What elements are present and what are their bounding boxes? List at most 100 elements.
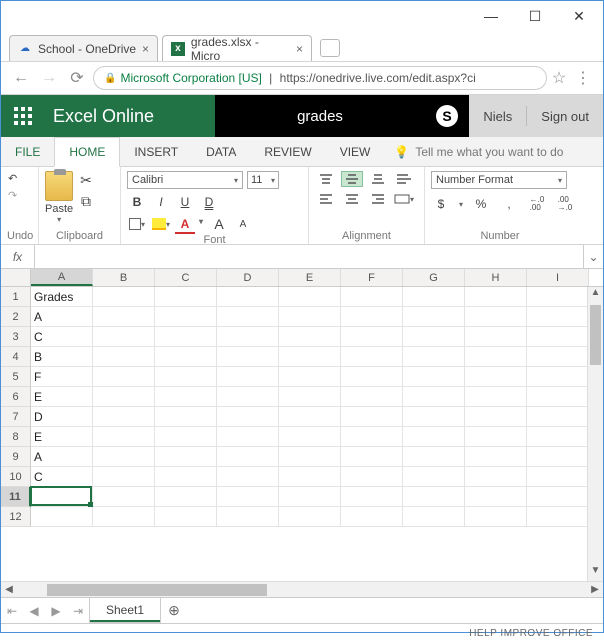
skype-button[interactable]: S [425,95,469,137]
last-sheet-button[interactable]: ⇥ [67,604,89,618]
cell[interactable] [217,447,279,467]
app-launcher-button[interactable] [1,95,45,137]
double-underline-button[interactable]: D [199,193,219,211]
row-header[interactable]: 10 [1,467,31,487]
cell[interactable] [93,467,155,487]
cell[interactable]: B [31,347,93,367]
cell[interactable] [527,507,589,527]
cell[interactable] [155,487,217,507]
cell[interactable] [279,427,341,447]
wrap-text-button[interactable] [393,171,415,187]
cell[interactable] [93,447,155,467]
tellme-search[interactable]: 💡 Tell me what you want to do [384,137,563,166]
cell[interactable] [465,387,527,407]
cell[interactable] [403,407,465,427]
row-header[interactable]: 2 [1,307,31,327]
row-header[interactable]: 7 [1,407,31,427]
align-top-button[interactable] [315,171,337,187]
close-tab-icon[interactable]: × [142,42,149,56]
cell[interactable] [217,487,279,507]
cell[interactable] [279,307,341,327]
tab-home[interactable]: HOME [54,137,120,167]
cell[interactable] [527,467,589,487]
cell[interactable] [341,327,403,347]
cell[interactable] [217,307,279,327]
cell[interactable] [527,407,589,427]
cell[interactable] [217,347,279,367]
cell[interactable] [279,347,341,367]
redo-button[interactable]: ↷ [7,188,18,203]
grow-font-button[interactable]: A [209,215,229,233]
cell[interactable] [155,347,217,367]
close-tab-icon[interactable]: × [296,42,303,56]
cell[interactable] [93,307,155,327]
cell[interactable] [93,507,155,527]
cell[interactable] [279,407,341,427]
cell[interactable] [155,427,217,447]
cell[interactable] [217,287,279,307]
column-header[interactable]: I [527,269,589,286]
column-header[interactable]: E [279,269,341,286]
document-name[interactable]: grades [215,95,425,137]
cell[interactable] [465,507,527,527]
new-tab-button[interactable] [320,39,340,57]
browser-tab-grades[interactable]: x grades.xlsx - Micro × [162,35,312,61]
comma-button[interactable]: , [499,195,519,213]
cell[interactable]: Grades [31,287,93,307]
cell[interactable] [31,487,93,507]
font-name-combo[interactable]: Calibri▾ [127,171,243,189]
row-header[interactable]: 8 [1,427,31,447]
cell[interactable]: E [31,387,93,407]
cell[interactable] [93,487,155,507]
cell[interactable] [93,287,155,307]
scroll-right-icon[interactable]: ▶ [587,584,603,595]
cell[interactable] [527,307,589,327]
cell[interactable] [465,407,527,427]
align-center-button[interactable] [341,191,363,207]
cell[interactable] [217,327,279,347]
align-middle-button[interactable] [341,171,363,187]
cell[interactable]: C [31,327,93,347]
cell[interactable] [93,387,155,407]
maximize-button[interactable]: ☐ [513,2,557,30]
cell[interactable] [527,347,589,367]
reload-button[interactable]: ⟳ [65,66,89,90]
row-header[interactable]: 1 [1,287,31,307]
tab-data[interactable]: DATA [192,137,250,166]
undo-button[interactable]: ↶ [7,171,18,186]
cell[interactable] [155,387,217,407]
cell[interactable] [341,507,403,527]
tab-insert[interactable]: INSERT [120,137,192,166]
cell[interactable] [155,367,217,387]
cell[interactable]: E [31,427,93,447]
font-size-combo[interactable]: 11▾ [247,171,279,189]
align-left-button[interactable] [315,191,337,207]
cell[interactable] [341,467,403,487]
cell[interactable] [403,367,465,387]
cell[interactable] [279,287,341,307]
cell[interactable] [403,487,465,507]
column-header[interactable]: C [155,269,217,286]
cell[interactable] [279,367,341,387]
cell[interactable] [155,467,217,487]
column-header[interactable]: B [93,269,155,286]
scroll-left-icon[interactable]: ◀ [1,584,17,595]
decrease-decimal-button[interactable]: .00 →.0 [555,195,575,213]
cell[interactable] [403,447,465,467]
column-header[interactable]: G [403,269,465,286]
cell[interactable] [341,427,403,447]
cell[interactable] [527,427,589,447]
sheet-tab-sheet1[interactable]: Sheet1 [89,598,161,623]
horizontal-scrollbar[interactable]: ◀ ▶ [1,581,603,597]
cell[interactable] [341,367,403,387]
number-format-combo[interactable]: Number Format▾ [431,171,567,189]
font-color-button[interactable]: A▾ [175,215,195,233]
italic-button[interactable]: I [151,193,171,211]
scroll-up-icon[interactable]: ▲ [588,287,603,303]
bold-button[interactable]: B [127,193,147,211]
bookmark-star-icon[interactable]: ☆ [547,68,571,88]
first-sheet-button[interactable]: ⇤ [1,604,23,618]
cell[interactable]: A [31,307,93,327]
cell[interactable]: D [31,407,93,427]
cell[interactable] [155,407,217,427]
